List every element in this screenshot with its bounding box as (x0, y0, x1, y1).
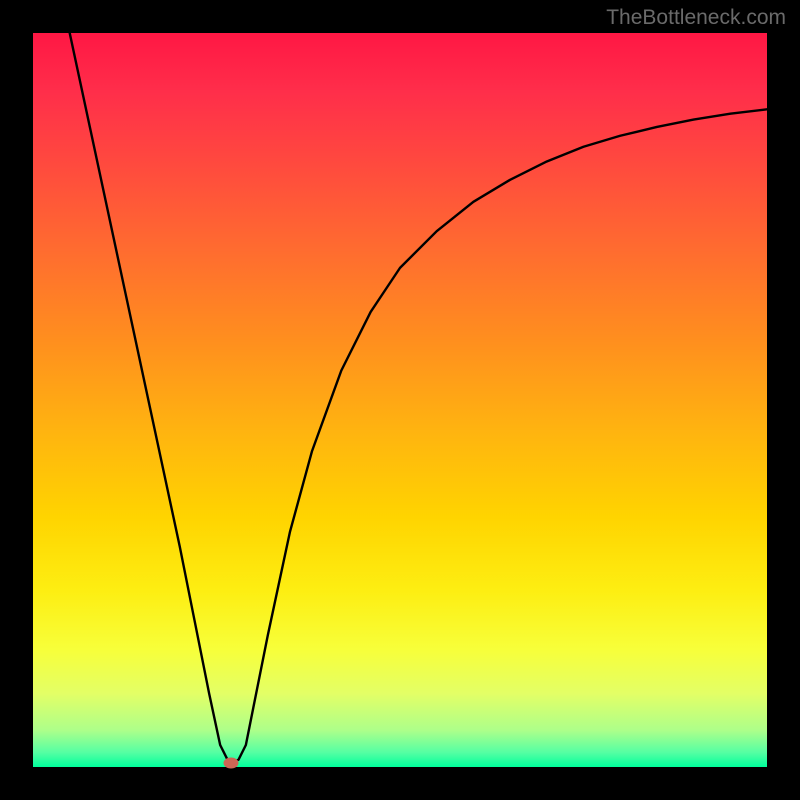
watermark-text: TheBottleneck.com (606, 6, 786, 30)
plot-area (33, 33, 767, 767)
chart-marker-dot (224, 758, 239, 769)
chart-curve (33, 33, 767, 767)
